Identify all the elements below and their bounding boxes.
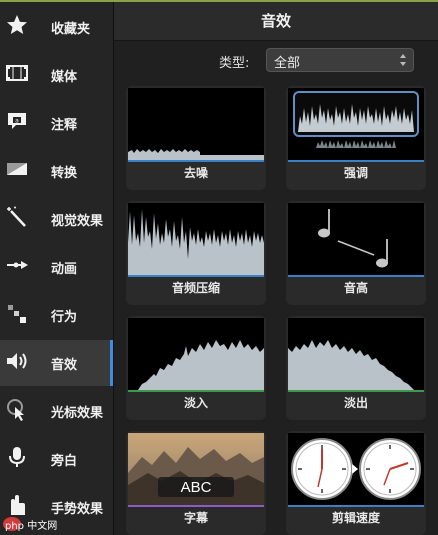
annotation-icon: a xyxy=(8,113,26,129)
sidebar-item-label: 音效 xyxy=(51,357,78,373)
sidebar-item-voice-narration[interactable]: 旁白 xyxy=(0,436,113,482)
effect-label: 音高 xyxy=(343,281,368,295)
sidebar-item-label: 视觉效果 xyxy=(51,213,104,229)
sidebar-item-audio-effects[interactable]: 音效 xyxy=(0,340,113,386)
waveform-thumbnail xyxy=(128,88,264,160)
effect-label: 淡出 xyxy=(343,396,368,410)
pitch-thumbnail xyxy=(288,203,424,275)
svg-text:a: a xyxy=(15,118,19,125)
sidebar-item-behaviors[interactable]: 行为 xyxy=(0,292,113,338)
sidebar-item-transitions[interactable]: 转换 xyxy=(0,148,113,194)
waveform-thumbnail xyxy=(128,203,264,275)
effect-tile-audio-compression[interactable]: 音频压缩 xyxy=(126,201,266,305)
behavior-icon xyxy=(8,305,26,323)
sidebar-item-animations[interactable]: 动画 xyxy=(0,244,113,290)
waveform-thumbnail xyxy=(128,318,264,390)
sidebar-item-cursor-effects[interactable]: 光标效果 xyxy=(0,388,113,434)
microphone-icon xyxy=(9,447,25,467)
sidebar-item-visual-effects[interactable]: 视觉效果 xyxy=(0,196,113,242)
sidebar-item-label: 收藏夹 xyxy=(51,21,91,37)
effect-label: 字幕 xyxy=(183,511,208,525)
effect-underline xyxy=(128,275,264,277)
sidebar-item-annotations[interactable]: a 注释 xyxy=(0,100,113,146)
transition-icon xyxy=(7,163,27,175)
active-indicator xyxy=(110,340,113,386)
effect-label: 淡入 xyxy=(183,396,208,410)
type-filter-label: 类型: xyxy=(219,56,250,71)
effect-label: 剪辑速度 xyxy=(331,511,380,525)
effect-underline xyxy=(128,160,264,162)
sidebar-item-label: 动画 xyxy=(51,261,78,277)
sidebar-item-label: 转换 xyxy=(51,165,78,181)
effect-label: 去噪 xyxy=(183,166,208,180)
sidebar: 收藏夹 媒体 a 注释 转换 视觉效果 动画 行为 音效 光标效果 旁白 手势效… xyxy=(0,2,114,535)
watermark-text: php 中文网 xyxy=(5,521,58,532)
effect-underline xyxy=(288,275,424,277)
waveform-thumbnail xyxy=(288,88,424,160)
effect-tile-pitch[interactable]: 音高 xyxy=(286,201,426,305)
effect-tile-noise-removal[interactable]: 去噪 xyxy=(126,86,266,190)
caption-text: ABC xyxy=(180,479,212,496)
effect-underline xyxy=(288,160,424,162)
star-icon xyxy=(7,15,27,34)
effect-label: 音频压缩 xyxy=(171,281,220,295)
waveform-thumbnail xyxy=(288,318,424,390)
type-filter-value: 全部 xyxy=(274,56,301,71)
effect-underline xyxy=(288,505,424,507)
effect-tile-fade-out[interactable]: 淡出 xyxy=(286,316,426,420)
effect-label: 强调 xyxy=(343,166,368,180)
php-watermark: php 中文网 xyxy=(2,514,62,534)
speaker-icon xyxy=(7,353,27,369)
effect-tile-emphasize[interactable]: 强调 xyxy=(286,86,426,190)
sidebar-item-favorites[interactable]: 收藏夹 xyxy=(0,4,113,50)
sidebar-item-label: 注释 xyxy=(51,117,78,133)
effect-tile-fade-in[interactable]: 淡入 xyxy=(126,316,266,420)
effect-tile-clip-speed[interactable]: 剪辑速度 xyxy=(286,431,426,535)
sidebar-item-media[interactable]: 媒体 xyxy=(0,52,113,98)
sidebar-item-label: 行为 xyxy=(51,309,78,325)
film-icon xyxy=(6,65,28,81)
audio-effects-panel: 音效 类型: 全部 去噪 强调 音频压缩 音高 淡入 淡出 ABC 字幕 剪辑速… xyxy=(114,2,438,535)
cursor-icon xyxy=(7,399,24,421)
effect-underline xyxy=(128,390,264,392)
clip-speed-thumbnail xyxy=(288,433,424,505)
sidebar-item-label: 旁白 xyxy=(51,453,78,469)
chevron-updown-icon xyxy=(400,54,406,66)
sidebar-item-label: 光标效果 xyxy=(51,405,104,421)
magic-wand-icon xyxy=(7,206,26,227)
effect-tile-captions[interactable]: ABC 字幕 xyxy=(126,431,266,535)
animation-arrow-icon xyxy=(7,261,28,269)
sidebar-item-label: 媒体 xyxy=(51,69,78,85)
panel-title: 音效 xyxy=(114,2,438,41)
effect-underline xyxy=(128,505,264,507)
type-filter-select[interactable]: 全部 xyxy=(266,48,414,72)
effect-underline xyxy=(288,390,424,392)
